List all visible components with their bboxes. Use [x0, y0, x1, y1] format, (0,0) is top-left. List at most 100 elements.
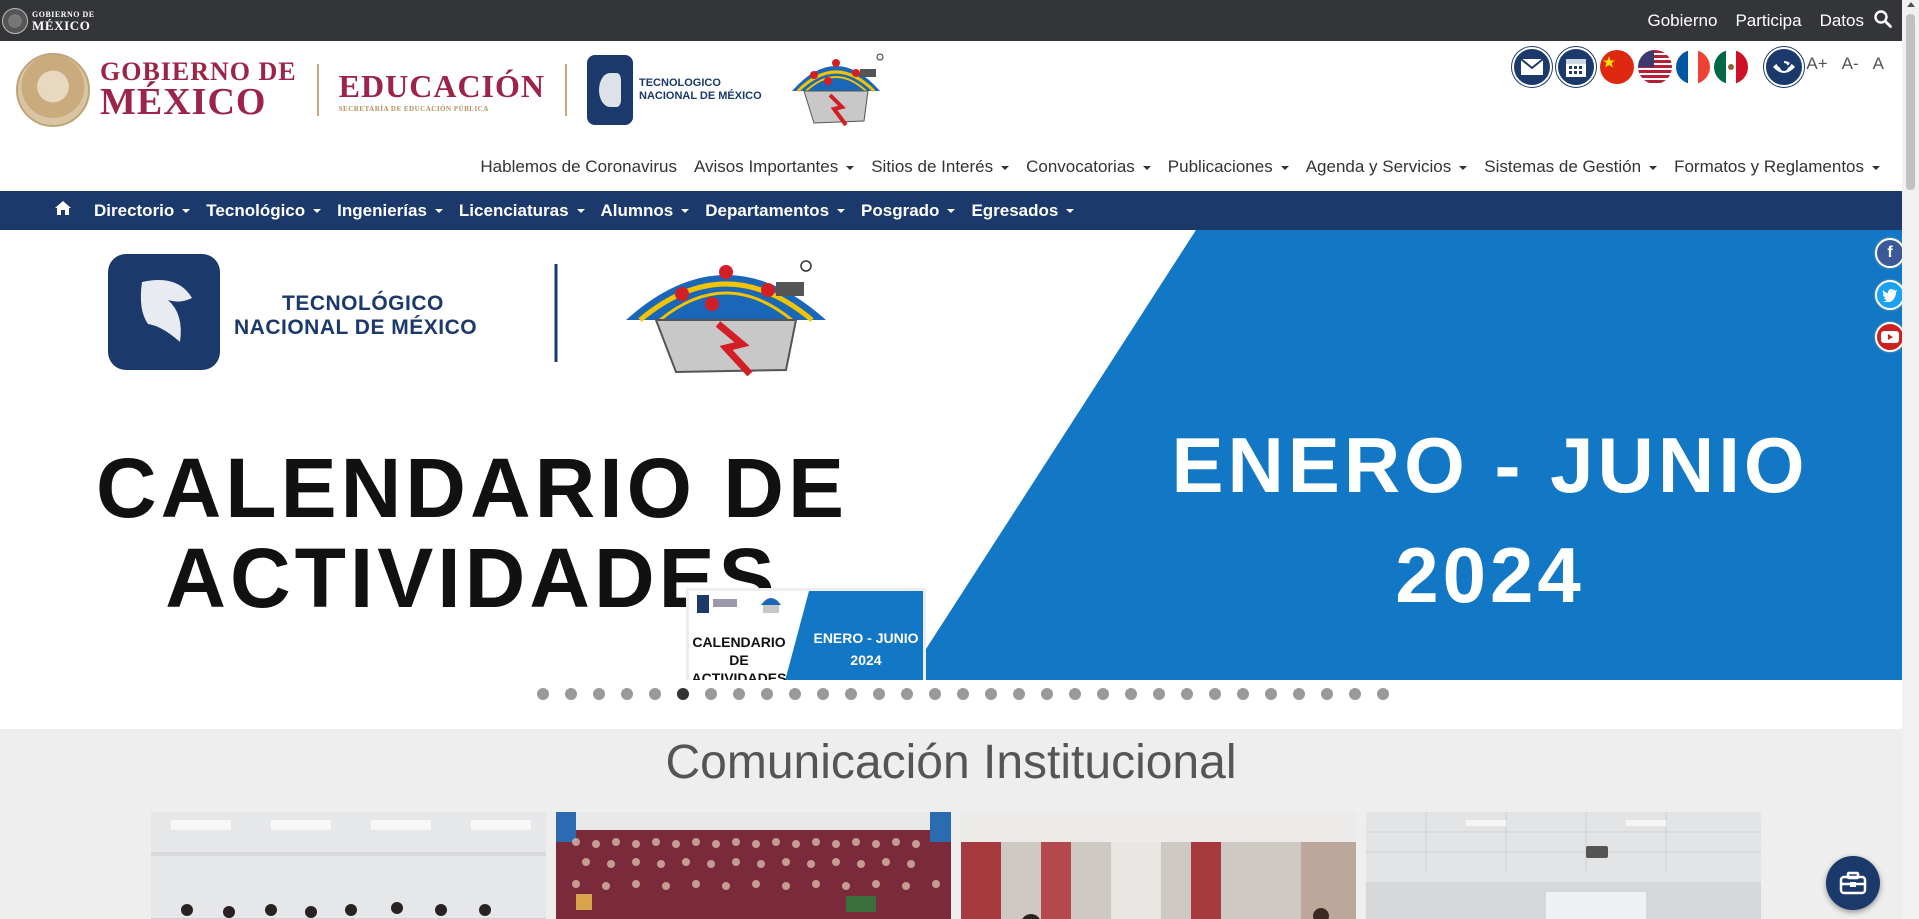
carousel-dot[interactable]	[1181, 688, 1193, 700]
section-title: Comunicación Institucional	[665, 736, 1237, 789]
carousel-dot[interactable]	[1377, 688, 1389, 700]
carousel-dot[interactable]	[1097, 688, 1109, 700]
page-scrollbar[interactable]	[1902, 0, 1919, 919]
thumb-right-text: ENERO - JUNIO 2024	[811, 627, 921, 671]
carousel-dot[interactable]	[1237, 688, 1249, 700]
gov-top-bar: GOBIERNO DE MÉXICO Gobierno Participa Da…	[0, 0, 1902, 41]
scroll-up-arrow[interactable]	[1907, 2, 1915, 7]
gov-link-gobierno[interactable]: Gobierno	[1648, 11, 1718, 31]
carousel-dot[interactable]	[1125, 688, 1137, 700]
nav-posgrado[interactable]: Posgrado	[861, 201, 955, 221]
thumb-right-line2: 2024	[850, 652, 882, 668]
header-quick-icons	[1512, 47, 1804, 87]
gobierno-seal-logo[interactable]	[16, 53, 90, 127]
facebook-icon[interactable]: f	[1875, 238, 1905, 268]
carousel-dot[interactable]	[929, 688, 941, 700]
youtube-icon[interactable]	[1875, 322, 1905, 352]
carousel-dot[interactable]	[705, 688, 717, 700]
secondary-nav: Hablemos de Coronavirus Avisos Important…	[480, 157, 1880, 177]
flag-usa-icon[interactable]	[1638, 50, 1672, 84]
thumb-left-text: CALENDARIO DE ACTIVIDADES	[689, 633, 789, 680]
subnav-publicaciones[interactable]: Publicaciones	[1168, 157, 1289, 177]
text-size-tools: A+ A- A	[1776, 53, 1884, 74]
banner-title-line1: CALENDARIO DE	[95, 441, 848, 535]
contrast-icon[interactable]	[1776, 53, 1793, 74]
news-card-photo[interactable]	[556, 812, 951, 919]
carousel-dot[interactable]	[1069, 688, 1081, 700]
carousel-dot[interactable]	[1153, 688, 1165, 700]
carousel-dot[interactable]	[957, 688, 969, 700]
calendar-icon[interactable]	[1556, 47, 1596, 87]
mail-icon[interactable]	[1512, 47, 1552, 87]
educacion-logo[interactable]: EDUCACIÓN SECRETARÍA DE EDUCACIÓN PÚBLIC…	[339, 68, 545, 113]
carousel-dot[interactable]	[985, 688, 997, 700]
carousel-dot[interactable]	[1265, 688, 1277, 700]
toolbox-button[interactable]	[1826, 856, 1880, 910]
subnav-agenda[interactable]: Agenda y Servicios	[1306, 157, 1468, 177]
carousel-dot[interactable]	[537, 688, 549, 700]
subnav-sitios[interactable]: Sitios de Interés	[871, 157, 1009, 177]
national-seal-icon	[2, 8, 28, 34]
nav-licenciaturas[interactable]: Licenciaturas	[459, 201, 585, 221]
carousel-dot[interactable]	[789, 688, 801, 700]
carousel-dot[interactable]	[761, 688, 773, 700]
carousel-dot[interactable]	[1321, 688, 1333, 700]
itp-logo[interactable]	[784, 51, 888, 129]
flag-china-icon[interactable]	[1600, 50, 1634, 84]
subnav-coronavirus[interactable]: Hablemos de Coronavirus	[480, 157, 677, 177]
carousel-dot[interactable]	[565, 688, 577, 700]
subnav-sistemas[interactable]: Sistemas de Gestión	[1484, 157, 1657, 177]
nav-tecnologico[interactable]: Tecnológico	[206, 201, 321, 221]
carousel-dot[interactable]	[901, 688, 913, 700]
carousel-dot[interactable]	[1293, 688, 1305, 700]
banner-period-line2: 2024	[1395, 531, 1585, 619]
news-card-photo[interactable]	[961, 812, 1356, 919]
carousel-dot[interactable]	[817, 688, 829, 700]
search-icon[interactable]	[1874, 10, 1892, 33]
news-cards	[151, 812, 1761, 919]
carousel-dot[interactable]	[845, 688, 857, 700]
gob-mx-logo[interactable]: GOBIERNO DE MÉXICO	[2, 8, 95, 34]
gov-links: Gobierno Participa Datos	[1648, 11, 1865, 31]
banner-tecnm-line2: NACIONAL DE MÉXICO	[234, 316, 478, 340]
thumb-left-line2: ACTIVIDADES	[691, 670, 787, 680]
gov-link-datos[interactable]: Datos	[1820, 11, 1864, 31]
carousel-indicators	[0, 688, 1902, 700]
carousel-dot[interactable]	[733, 688, 745, 700]
carousel-dot[interactable]	[1041, 688, 1053, 700]
gov-link-participa[interactable]: Participa	[1735, 11, 1801, 31]
font-decrease-button[interactable]: A-	[1842, 54, 1859, 74]
subnav-convocatorias[interactable]: Convocatorias	[1026, 157, 1151, 177]
carousel-dot[interactable]	[1349, 688, 1361, 700]
hero-carousel[interactable]: TECNOLÓGICO NACIONAL DE MÉXICO CALENDARI…	[0, 230, 1902, 680]
flag-mexico-icon[interactable]	[1714, 50, 1748, 84]
subnav-formatos[interactable]: Formatos y Reglamentos	[1674, 157, 1880, 177]
nav-alumnos[interactable]: Alumnos	[601, 201, 690, 221]
carousel-dot[interactable]	[677, 688, 689, 700]
twitter-icon[interactable]	[1875, 280, 1905, 310]
edu-subtitle: SECRETARÍA DE EDUCACIÓN PÚBLICA	[338, 104, 489, 113]
nav-ingenierias[interactable]: Ingenierías	[337, 201, 443, 221]
news-card-photo[interactable]	[151, 812, 546, 919]
scroll-thumb[interactable]	[1906, 14, 1915, 190]
carousel-dot[interactable]	[621, 688, 633, 700]
tecnm-line2: NACIONAL DE MÉXICO	[639, 90, 762, 102]
carousel-dot[interactable]	[593, 688, 605, 700]
flag-france-icon[interactable]	[1676, 50, 1710, 84]
news-card-photo[interactable]	[1366, 812, 1761, 919]
nav-directorio[interactable]: Directorio	[94, 201, 190, 221]
thumb-right-line1: ENERO - JUNIO	[813, 630, 919, 646]
font-increase-button[interactable]: A+	[1806, 54, 1827, 74]
carousel-dot[interactable]	[1209, 688, 1221, 700]
carousel-dot[interactable]	[1013, 688, 1025, 700]
font-reset-button[interactable]: A	[1873, 54, 1884, 74]
tecnm-logo[interactable]: TECNOLOGICO NACIONAL DE MÉXICO	[587, 55, 762, 125]
home-icon[interactable]	[54, 200, 72, 221]
nav-egresados[interactable]: Egresados	[971, 201, 1074, 221]
carousel-dot[interactable]	[873, 688, 885, 700]
subnav-avisos[interactable]: Avisos Importantes	[694, 157, 854, 177]
carousel-dot[interactable]	[649, 688, 661, 700]
nav-departamentos[interactable]: Departamentos	[705, 201, 845, 221]
gobierno-de-mexico-logo[interactable]: GOBIERNO DE MÉXICO	[100, 58, 297, 121]
briefcase-icon	[1839, 871, 1867, 895]
